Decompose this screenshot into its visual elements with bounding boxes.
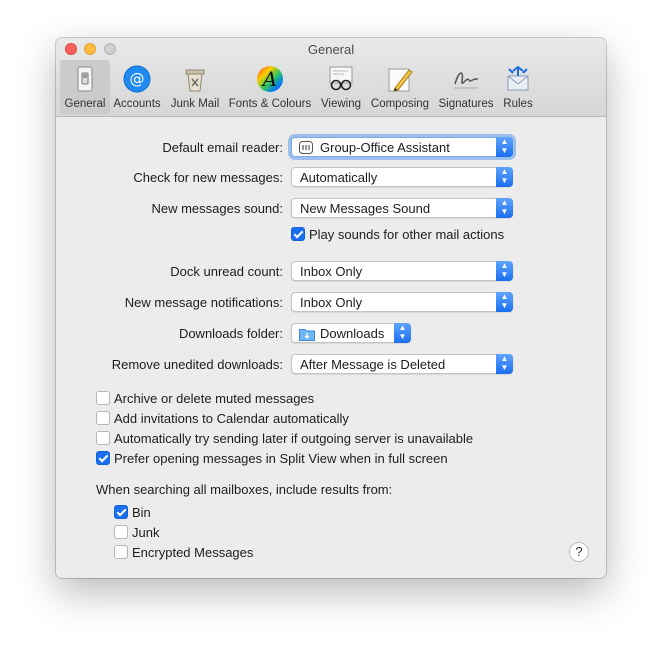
preferences-window: General General @ Accounts Junk Mail A F… <box>56 38 606 578</box>
downloads-folder-popup[interactable]: Downloads ▲ ▼ <box>291 323 411 343</box>
chevron-updown-icon: ▲ ▼ <box>496 354 513 374</box>
tab-rules[interactable]: Rules <box>498 60 538 114</box>
glasses-icon <box>329 66 353 91</box>
window-title: General <box>307 42 355 57</box>
svg-text:@: @ <box>130 70 145 88</box>
messages-sound-popup[interactable]: New Messages Sound ▲ ▼ <box>291 198 513 218</box>
search-bin-label: Bin <box>132 505 151 520</box>
help-button[interactable]: ? <box>569 542 589 562</box>
chevron-updown-icon: ▲ ▼ <box>496 198 513 218</box>
chevron-updown-icon: ▲ ▼ <box>496 137 513 157</box>
remove-downloads-popup[interactable]: After Message is Deleted ▲ ▼ <box>291 354 513 374</box>
tab-accounts[interactable]: @ Accounts <box>112 60 162 114</box>
play-sounds-checkbox[interactable] <box>291 227 305 241</box>
chevron-updown-icon: ▲ ▼ <box>496 292 513 312</box>
search-bin-checkbox[interactable] <box>114 505 128 519</box>
tab-signatures[interactable]: Signatures <box>434 60 498 114</box>
check-messages-label: Check for new messages: <box>133 170 283 185</box>
pencil-icon <box>388 68 413 92</box>
messages-sound-label: New messages sound: <box>151 201 283 216</box>
add-invitations-checkbox[interactable] <box>96 411 110 425</box>
at-icon: @ <box>123 65 151 93</box>
default-reader-label: Default email reader: <box>162 140 283 155</box>
search-junk-label: Junk <box>132 525 160 540</box>
app-icon <box>299 141 313 154</box>
archive-muted-label: Archive or delete muted messages <box>114 391 315 406</box>
rules-icon <box>507 65 529 91</box>
color-wheel-icon: A <box>257 66 283 92</box>
notifications-popup[interactable]: Inbox Only ▲ ▼ <box>291 292 513 312</box>
search-encrypted-checkbox[interactable] <box>114 545 128 559</box>
dock-unread-popup[interactable]: Inbox Only ▲ ▼ <box>291 261 513 281</box>
signature-icon <box>454 72 479 89</box>
split-view-label: Prefer opening messages in Split View wh… <box>114 451 448 466</box>
send-later-label: Automatically try sending later if outgo… <box>114 431 474 446</box>
add-invitations-label: Add invitations to Calendar automaticall… <box>114 411 349 426</box>
switch-icon <box>77 66 93 92</box>
remove-downloads-label: Remove unedited downloads: <box>111 357 283 372</box>
chevron-updown-icon: ▲ ▼ <box>496 261 513 281</box>
tab-fonts-colours[interactable]: A Fonts & Colours <box>226 60 314 114</box>
send-later-checkbox[interactable] <box>96 431 110 445</box>
chevron-updown-icon: ▲ ▼ <box>394 323 411 343</box>
archive-muted-checkbox[interactable] <box>96 391 110 405</box>
title-bar: General General @ Accounts Junk Mail A F… <box>56 38 606 117</box>
chevron-updown-icon: ▲ ▼ <box>496 167 513 187</box>
search-junk-checkbox[interactable] <box>114 525 128 539</box>
folder-icon <box>299 329 315 341</box>
dock-unread-label: Dock unread count: <box>170 264 283 279</box>
notifications-label: New message notifications: <box>124 295 283 310</box>
svg-text:A: A <box>261 67 277 91</box>
tab-viewing[interactable]: Viewing <box>316 60 366 114</box>
check-messages-popup[interactable]: Automatically ▲ ▼ <box>291 167 513 187</box>
tab-junk-mail[interactable]: Junk Mail <box>168 60 222 114</box>
search-heading: When searching all mailboxes, include re… <box>96 482 393 497</box>
downloads-folder-label: Downloads folder: <box>178 326 283 341</box>
play-sounds-label: Play sounds for other mail actions <box>309 227 505 242</box>
split-view-checkbox[interactable] <box>96 451 110 465</box>
search-encrypted-label: Encrypted Messages <box>132 545 254 560</box>
default-reader-popup[interactable]: Group-Office Assistant ▲ ▼ <box>291 137 513 157</box>
trash-icon <box>185 69 205 92</box>
tab-composing[interactable]: Composing <box>368 60 432 114</box>
tab-general[interactable]: General <box>60 60 110 114</box>
